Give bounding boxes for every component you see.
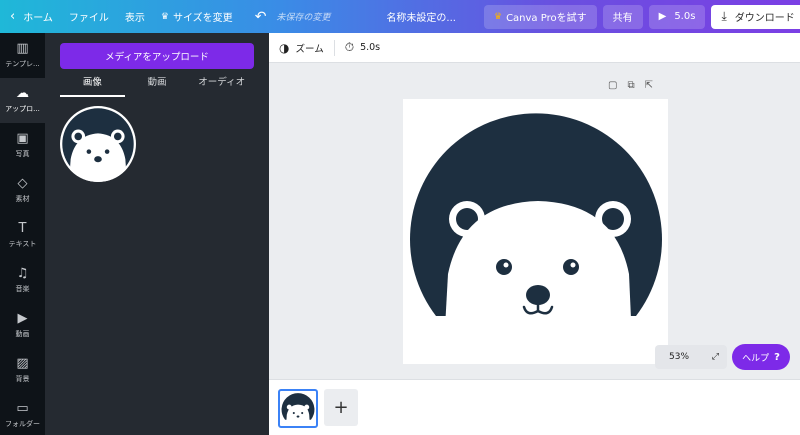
top-bar: ‹ ホーム ファイル 表示 ♛ サイズを変更 ↶ 未保存の変更 名称未設定の..… [0, 0, 800, 33]
design-page[interactable] [403, 99, 668, 364]
crown-icon: ♛ [160, 11, 169, 22]
rail-item-music[interactable]: ♫ 音楽 [0, 258, 45, 303]
rail-item-label: テンプレ... [5, 60, 40, 68]
download-icon: ⤓ [721, 9, 727, 23]
add-page-button[interactable]: + [324, 389, 358, 426]
pages-strip: + [269, 379, 800, 435]
music-icon: ♫ [16, 266, 29, 281]
photo-icon: ▣ [16, 131, 29, 146]
page-actions: ▢ ⧉ ⇱ [608, 80, 653, 91]
rail-item-label: 動画 [15, 330, 30, 338]
elements-icon: ◇ [17, 176, 28, 191]
uploaded-image-thumbnail[interactable] [60, 106, 136, 182]
editor-toolbar: ◑ ズーム ⏱ 5.0s [269, 33, 800, 63]
question-icon: ? [774, 351, 780, 363]
view-menu[interactable]: 表示 [117, 0, 153, 33]
rail-item-label: テキスト [8, 240, 37, 248]
timer-icon: ⏱ [344, 40, 355, 54]
home-label: ホーム [23, 13, 53, 24]
rail-item-uploads[interactable]: ☁ アップロ... [0, 78, 45, 123]
rail-item-label: 写真 [15, 150, 30, 158]
rail-item-label: 音楽 [15, 285, 30, 293]
tab-audio[interactable]: オーディオ [189, 73, 254, 97]
background-icon: ▨ [16, 356, 29, 371]
try-pro-button[interactable]: ♛ Canva Proを試す [483, 4, 597, 29]
rail-item-folder[interactable]: ▭ フォルダー [0, 393, 45, 435]
file-menu[interactable]: ファイル [61, 0, 117, 33]
crown-icon: ♛ [493, 11, 503, 22]
rail-item-label: 背景 [15, 375, 30, 383]
help-button[interactable]: ヘルプ ? [732, 344, 790, 370]
polar-bear-image [62, 108, 134, 182]
rail-item-background[interactable]: ▨ 背景 [0, 348, 45, 393]
undo-icon[interactable]: ↶ [241, 0, 277, 33]
polar-bear-graphic[interactable] [403, 99, 668, 364]
zoom-tool-label: ズーム [295, 43, 324, 55]
media-tabs: 画像 動画 オーディオ [60, 73, 254, 97]
rail-item-videos[interactable]: ▶ 動画 [0, 303, 45, 348]
text-icon: T [18, 221, 27, 236]
share-button[interactable]: 共有 [602, 4, 643, 29]
zoom-tool-button[interactable]: ◑ ズーム [269, 41, 334, 55]
folder-icon: ▭ [16, 401, 29, 416]
duration-label: 5.0s [360, 42, 381, 53]
resize-button[interactable]: ♛ サイズを変更 [153, 0, 241, 33]
rail-item-label: アップロ... [5, 105, 40, 113]
upload-media-button[interactable]: メディアをアップロード [60, 43, 254, 69]
home-button[interactable]: ‹ ホーム [0, 0, 61, 33]
tab-videos[interactable]: 動画 [125, 73, 190, 97]
template-icon: ▥ [16, 41, 29, 56]
video-icon: ▶ [17, 311, 28, 326]
rail-item-elements[interactable]: ◇ 素材 [0, 168, 45, 213]
help-label: ヘルプ [742, 353, 770, 364]
polar-bear-thumbnail [281, 393, 315, 426]
tab-images[interactable]: 画像 [60, 73, 125, 97]
rail-item-label: 素材 [15, 195, 30, 203]
play-button[interactable]: ▶ 5.0s [648, 4, 706, 29]
resize-label: サイズを変更 [172, 13, 233, 24]
design-title[interactable]: 名称未設定の... [378, 0, 464, 33]
add-page-icon[interactable]: ⇱ [645, 80, 653, 91]
zoom-control[interactable]: 53% ⤢ [655, 345, 727, 369]
play-icon: ▶ [658, 11, 667, 22]
magic-zoom-icon: ◑ [279, 40, 290, 55]
try-pro-label: Canva Proを試す [506, 13, 587, 24]
rail-item-photos[interactable]: ▣ 写真 [0, 123, 45, 168]
unsaved-status: 未保存の変更 [276, 13, 331, 23]
note-icon[interactable]: ▢ [608, 80, 617, 91]
page-thumbnail[interactable] [278, 389, 318, 428]
duplicate-page-icon[interactable]: ⧉ [627, 80, 634, 91]
left-rail: ▥ テンプレ... ☁ アップロ... ▣ 写真 ◇ 素材 T テキスト ♫ 音… [0, 33, 45, 435]
zoom-level[interactable]: 53% [669, 352, 689, 362]
uploads-panel: メディアをアップロード 画像 動画 オーディオ [45, 33, 269, 435]
download-label: ダウンロード [734, 13, 795, 24]
chevron-left-icon: ‹ [10, 9, 16, 24]
rail-item-templates[interactable]: ▥ テンプレ... [0, 33, 45, 78]
upload-cloud-icon: ☁ [16, 86, 29, 101]
duration-button[interactable]: ⏱ 5.0s [335, 40, 390, 55]
play-duration: 5.0s [674, 11, 696, 22]
download-button[interactable]: ⤓ ダウンロード [711, 4, 800, 29]
rail-item-label: フォルダー [5, 420, 40, 428]
fullscreen-icon[interactable]: ⤢ [712, 352, 719, 362]
rail-item-text[interactable]: T テキスト [0, 213, 45, 258]
